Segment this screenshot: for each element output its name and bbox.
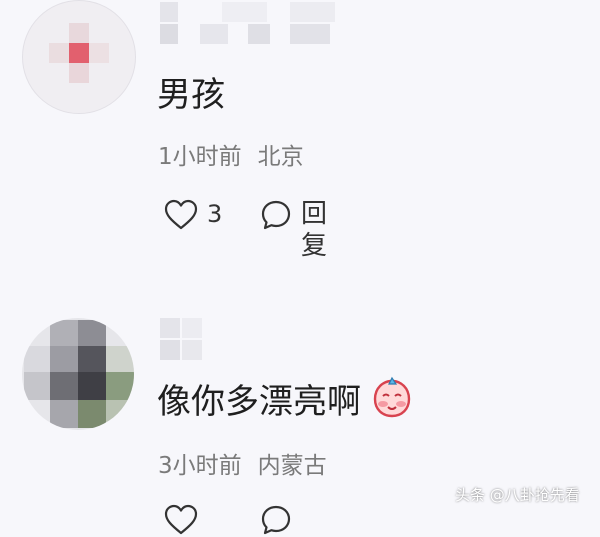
comment-location: 内蒙古 — [257, 453, 327, 479]
comment-text: 像你多漂亮啊 — [157, 382, 361, 422]
username-redacted — [160, 318, 205, 362]
speech-bubble-icon[interactable] — [259, 198, 293, 232]
username-redacted — [160, 2, 335, 46]
comment-location: 北京 — [257, 144, 304, 170]
speech-bubble-icon[interactable] — [259, 503, 293, 537]
avatar[interactable] — [22, 318, 134, 430]
comment-item: 男孩 1小时前 北京 3 回复 — [0, 0, 600, 300]
blushing-face-emoji-icon — [373, 376, 411, 418]
watermark: 头条 @八卦抢先看 — [455, 486, 580, 504]
like-count: 3 — [207, 200, 223, 228]
comment-time: 1小时前 — [158, 144, 242, 170]
comment-meta: 3小时前 内蒙古 — [158, 452, 327, 480]
reply-button[interactable]: 回复 — [301, 198, 327, 261]
heart-icon[interactable] — [163, 503, 199, 537]
comment-meta: 1小时前 北京 — [158, 143, 304, 171]
comment-text: 男孩 — [157, 75, 225, 115]
heart-icon[interactable] — [163, 198, 199, 232]
comment-time: 3小时前 — [158, 453, 242, 479]
avatar[interactable] — [22, 0, 136, 114]
